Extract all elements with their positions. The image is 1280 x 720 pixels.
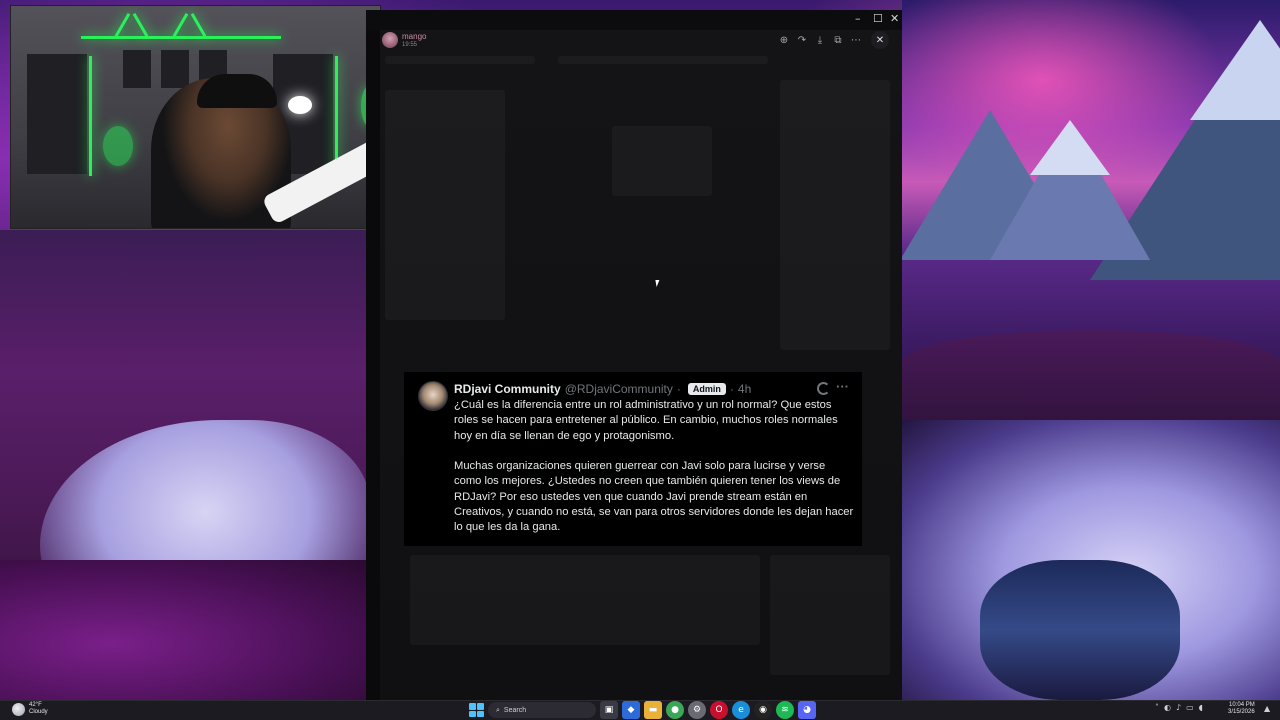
wallpaper-snowcap — [1030, 120, 1110, 175]
more-icon[interactable]: ··· — [836, 379, 849, 394]
cloud-icon — [12, 702, 25, 716]
wallpaper-right-waterfall — [980, 560, 1180, 700]
taskbar-search[interactable]: ⌕ Search — [488, 702, 596, 718]
dimmed-member-list — [770, 555, 890, 675]
dimmed-row — [385, 56, 535, 64]
window-close-icon[interactable]: ✕ — [890, 12, 899, 25]
app-tray-icon[interactable]: ◐ — [1164, 703, 1171, 712]
admin-badge: Admin — [687, 383, 726, 395]
notification-bell-icon[interactable]: ▲ — [1264, 704, 1270, 713]
tweet-header: RDjavi Community @RDjaviCommunity · Admi… — [454, 382, 751, 396]
weather-desc: Cloudy — [29, 709, 48, 715]
weather-temp: 42°F — [29, 702, 42, 708]
wallpaper-left-heather — [0, 560, 370, 700]
spotify-icon[interactable]: ≋ — [776, 701, 794, 719]
separator-dot: · — [729, 382, 734, 396]
zoom-in-icon[interactable]: ⊕ — [776, 32, 792, 48]
close-viewer-button[interactable]: ✕ — [871, 31, 889, 49]
wallpaper-snowcap — [1190, 20, 1280, 120]
streamer-cap — [197, 74, 277, 108]
webcam-overlay — [10, 5, 381, 229]
avatar[interactable] — [418, 381, 448, 411]
acoustic-panel — [27, 54, 87, 174]
search-label: Search — [503, 706, 527, 714]
led-strip — [89, 56, 92, 176]
weather-widget[interactable]: 42°F Cloudy — [12, 702, 48, 716]
edge-icon[interactable]: e — [732, 701, 750, 719]
led-strip — [81, 36, 281, 39]
maximize-icon[interactable]: ☐ — [873, 12, 883, 25]
viewer-toolbar: ⊕ ↷ ⤓ ⧉ ⋯ — [776, 32, 866, 48]
tweet-body: ¿Cuál es la diferencia entre un rol admi… — [454, 399, 854, 534]
led-strip — [190, 12, 207, 38]
chrome-icon[interactable]: ● — [666, 701, 684, 719]
copilot-icon[interactable]: ◆ — [622, 701, 640, 719]
dimmed-image — [612, 126, 712, 196]
avatar[interactable] — [382, 32, 398, 48]
led-strip — [114, 12, 131, 38]
wall-frame — [123, 50, 151, 88]
separator-dot: · — [676, 382, 681, 396]
wall-frame — [161, 50, 189, 88]
volume-icon[interactable]: ◖ — [1199, 703, 1203, 712]
chevron-up-icon[interactable]: ˄ — [1155, 703, 1159, 712]
lamp — [288, 96, 312, 114]
opera-icon[interactable]: O — [710, 701, 728, 719]
display-icon[interactable]: ▭ — [1186, 703, 1194, 712]
download-icon[interactable]: ⤓ — [812, 32, 828, 48]
message-username[interactable]: mango — [402, 32, 426, 41]
led-strip — [172, 12, 189, 38]
led-strip — [132, 12, 149, 38]
clock-time: 10:04 PM — [1229, 702, 1255, 708]
open-external-icon[interactable]: ⧉ — [830, 32, 846, 48]
plant-glow — [103, 126, 133, 166]
forward-icon[interactable]: ↷ — [794, 32, 810, 48]
task-view-icon[interactable]: ▣ — [600, 701, 618, 719]
taskbar-clock[interactable]: 10:04 PM 3/15/2026 — [1228, 702, 1255, 716]
discord-icon[interactable]: ◕ — [798, 701, 816, 719]
dimmed-content — [410, 555, 760, 645]
window-titlebar — [366, 10, 902, 30]
tweet-timestamp[interactable]: 4h — [738, 382, 751, 396]
settings-icon[interactable]: ⚙ — [688, 701, 706, 719]
start-button[interactable] — [468, 702, 484, 718]
file-explorer-icon[interactable]: ▬ — [644, 701, 662, 719]
more-icon[interactable]: ⋯ — [848, 32, 864, 48]
obs-icon[interactable]: ◉ — [754, 701, 772, 719]
close-icon: ✕ — [875, 34, 885, 46]
taskbar-apps: ⌕ Search ▣ ◆ ▬ ● ⚙ O e ◉ ≋ ◕ — [468, 701, 816, 719]
search-icon: ⌕ — [496, 705, 500, 714]
microphone-icon[interactable]: ♪ — [1176, 703, 1181, 712]
dimmed-row — [558, 56, 768, 64]
minimize-icon[interactable]: – — [855, 12, 861, 25]
tweet-author-name[interactable]: RDjavi Community — [454, 382, 561, 396]
grok-icon[interactable] — [817, 382, 830, 395]
dimmed-member-list — [780, 80, 890, 350]
clock-date: 3/15/2026 — [1228, 709, 1255, 715]
dimmed-sidebar — [385, 90, 505, 320]
system-tray: ˄ ◐ ♪ ▭ ◖ — [1155, 703, 1203, 712]
message-timestamp: 19:55 — [402, 42, 418, 48]
tweet-author-handle[interactable]: @RDjaviCommunity — [565, 382, 673, 396]
